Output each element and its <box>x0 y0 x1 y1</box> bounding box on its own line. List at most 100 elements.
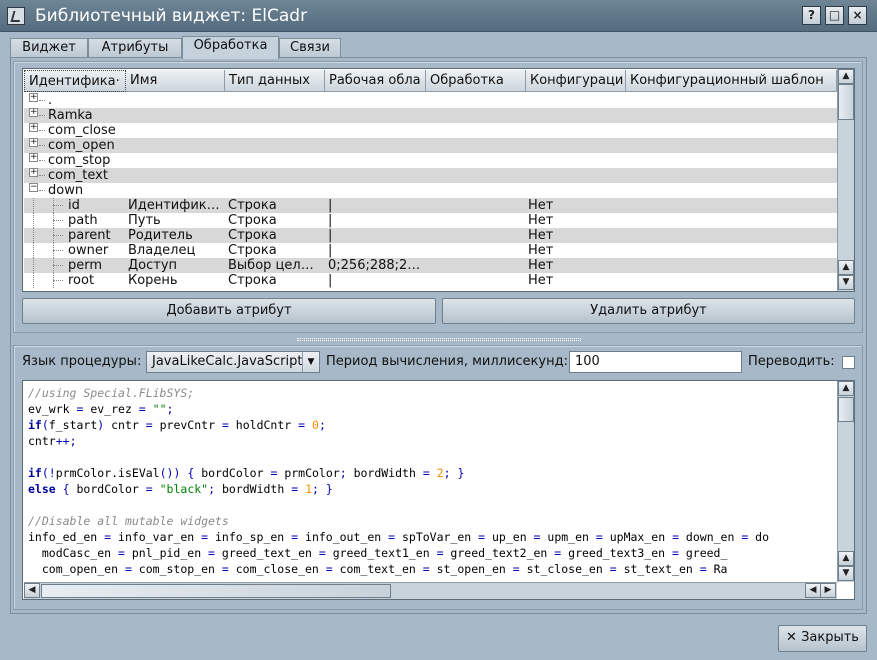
tree-row[interactable]: + com_text <box>24 168 837 183</box>
scroll-left-arrow-icon[interactable]: ◀ <box>805 583 821 598</box>
cell-config: Нет <box>528 273 554 288</box>
cell-work: | <box>328 228 333 243</box>
procedure-code-editor[interactable]: //using Special.FLibSYS; ev_wrk = ev_rez… <box>22 380 855 600</box>
tab-widget[interactable]: Виджет <box>10 38 88 58</box>
scroll-up-arrow-icon[interactable]: ▲ <box>838 381 854 396</box>
scroll-thumb[interactable] <box>838 84 854 120</box>
scroll-thumb[interactable] <box>838 397 854 422</box>
expand-icon[interactable]: + <box>29 168 38 177</box>
tree-row[interactable]: + com_close <box>24 123 837 138</box>
cell-config: Нет <box>528 198 554 213</box>
add-attribute-button[interactable]: Добавить атрибут <box>22 298 436 324</box>
cell-config: Нет <box>528 213 554 228</box>
tree-connector <box>33 213 34 228</box>
tab-processing[interactable]: Обработка <box>182 36 279 59</box>
cell-type: Строка <box>228 273 277 288</box>
cell-name: Путь <box>128 213 161 228</box>
tree-vertical-scrollbar[interactable]: ▲ ▲ ▼ <box>837 69 854 291</box>
cell-config: Нет <box>528 243 554 258</box>
close-button-label: Закрыть <box>801 630 859 645</box>
scroll-thumb-horizontal[interactable] <box>41 584 391 598</box>
scroll-down-arrow-icon[interactable]: ▼ <box>838 566 854 581</box>
scroll-right-arrow-icon[interactable]: ▶ <box>820 583 836 598</box>
tree-row[interactable]: + Ramka <box>24 108 837 123</box>
tree-connector <box>39 130 45 131</box>
tree-connector <box>39 100 45 101</box>
column-header-processing[interactable]: Обработка <box>426 70 526 92</box>
tree-row[interactable]: + com_stop <box>24 153 837 168</box>
cell-name: Корень <box>128 273 178 288</box>
tree-connector <box>53 280 63 281</box>
code-vertical-scrollbar[interactable]: ▲ ▲ ▼ <box>837 381 854 582</box>
column-header-id[interactable]: Идентифика· <box>24 70 126 92</box>
tree-row[interactable]: path Путь Строка | Нет <box>24 213 837 228</box>
cell-work: | <box>328 213 333 228</box>
expand-icon[interactable]: + <box>29 123 38 132</box>
procedure-language-select[interactable]: JavaLikeCalc.JavaScript ▼ <box>146 351 320 373</box>
maximize-button[interactable]: □ <box>825 6 844 25</box>
procedure-language-label: Язык процедуры: <box>22 354 142 369</box>
tree-row[interactable]: − down <box>24 183 837 198</box>
period-input[interactable]: 100 <box>569 351 742 373</box>
column-header-config[interactable]: Конфигураци <box>526 70 626 92</box>
cell-id: owner <box>68 243 109 258</box>
tree-connector <box>39 190 45 191</box>
tree-row[interactable]: + com_open <box>24 138 837 153</box>
tree-row[interactable]: id Идентифик… Строка | Нет <box>24 198 837 213</box>
expand-icon[interactable]: + <box>29 108 38 117</box>
translate-checkbox[interactable] <box>842 356 855 369</box>
scroll-up-arrow-icon[interactable]: ▲ <box>838 69 854 84</box>
cell-id: com_text <box>48 168 108 183</box>
cell-config: Нет <box>528 228 554 243</box>
tree-connector <box>33 228 34 243</box>
title-bar: Библиотечный виджет: ElCadr ? □ × <box>0 0 877 32</box>
cell-id: id <box>68 198 80 213</box>
tree-connector <box>53 265 63 266</box>
cell-type: Выбор цел… <box>228 258 314 273</box>
tree-row[interactable]: +. <box>24 93 837 108</box>
tree-row[interactable]: root Корень Строка | Нет <box>24 273 837 288</box>
column-header-config-template[interactable]: Конфигурационный шаблон <box>626 70 837 92</box>
tab-links[interactable]: Связи <box>279 38 341 58</box>
code-horizontal-scrollbar[interactable]: ◀ ◀ ▶ <box>24 582 837 599</box>
expand-icon[interactable]: + <box>29 153 38 162</box>
app-icon <box>7 7 25 25</box>
column-header-name[interactable]: Имя <box>126 70 225 92</box>
tab-attributes[interactable]: Атрибуты <box>88 38 182 58</box>
close-icon: ✕ <box>786 630 797 645</box>
translate-label: Переводить: <box>748 354 835 369</box>
splitter-handle[interactable] <box>297 338 581 341</box>
period-label: Период вычисления, миллисекунд: <box>326 354 568 369</box>
expand-icon[interactable]: + <box>29 93 38 102</box>
close-button[interactable]: ✕ Закрыть <box>778 625 867 652</box>
collapse-icon[interactable]: − <box>29 183 38 192</box>
scroll-up-arrow-icon[interactable]: ▲ <box>838 551 854 566</box>
cell-id: perm <box>68 258 103 273</box>
tree-row[interactable]: perm Доступ Выбор цел… 0;256;288;2… Нет <box>24 258 837 273</box>
cell-work: 0;256;288;2… <box>328 258 421 273</box>
scroll-up-arrow-icon[interactable]: ▲ <box>838 260 854 275</box>
expand-icon[interactable]: + <box>29 138 38 147</box>
tree-rows: +. + Ramka + com_close + com_open + com_stop + com… <box>24 93 837 288</box>
tree-connector <box>53 235 63 236</box>
scroll-left-arrow-icon[interactable]: ◀ <box>24 583 40 598</box>
cell-type: Строка <box>228 243 277 258</box>
column-header-work-area[interactable]: Рабочая обла <box>325 70 426 92</box>
tree-connector <box>53 250 63 251</box>
help-button[interactable]: ? <box>802 6 821 25</box>
cell-type: Строка <box>228 213 277 228</box>
tree-connector <box>33 198 34 213</box>
cell-id: parent <box>68 228 111 243</box>
cell-type: Строка <box>228 228 277 243</box>
column-header-type[interactable]: Тип данных <box>225 70 325 92</box>
scroll-down-arrow-icon[interactable]: ▼ <box>838 275 854 290</box>
close-window-button[interactable]: × <box>848 6 867 25</box>
tree-row[interactable]: parent Родитель Строка | Нет <box>24 228 837 243</box>
attributes-tree[interactable]: Идентифика· Имя Тип данных Рабочая обла … <box>22 68 855 292</box>
cell-work: | <box>328 198 333 213</box>
cell-id: Ramka <box>48 108 93 123</box>
code-text[interactable]: //using Special.FLibSYS; ev_wrk = ev_rez… <box>28 385 838 577</box>
delete-attribute-button[interactable]: Удалить атрибут <box>442 298 855 324</box>
tree-row[interactable]: owner Владелец Строка | Нет <box>24 243 837 258</box>
tree-connector <box>33 273 34 288</box>
